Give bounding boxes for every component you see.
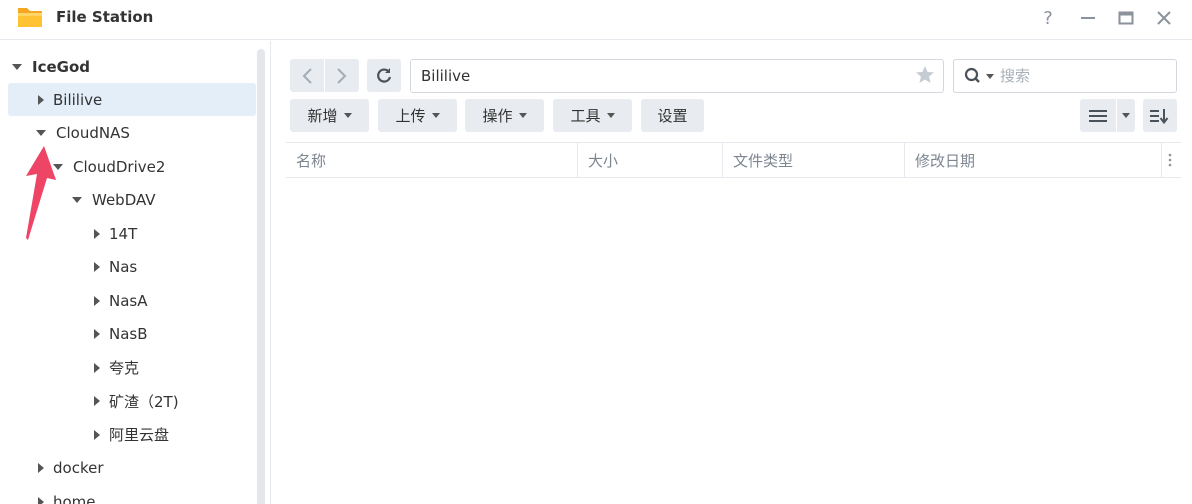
minimize-button[interactable] bbox=[1076, 6, 1100, 30]
action-label: 操作 bbox=[482, 107, 513, 125]
tree-item-label: CloudNAS bbox=[56, 124, 130, 142]
caret-down-icon bbox=[1122, 113, 1130, 118]
expand-right-icon[interactable] bbox=[94, 295, 100, 306]
caret-down-icon bbox=[431, 113, 440, 118]
back-icon bbox=[302, 67, 312, 84]
tree-item-label: NasA bbox=[109, 291, 148, 310]
expand-right-icon[interactable] bbox=[38, 94, 44, 105]
upload-button[interactable]: 上传 bbox=[378, 99, 457, 132]
sort-button[interactable] bbox=[1143, 99, 1177, 132]
annotation-arrow-icon bbox=[26, 146, 56, 240]
sidebar-scrollbar[interactable] bbox=[257, 49, 265, 504]
tree-item[interactable]: NasB bbox=[8, 318, 256, 351]
expand-right-icon[interactable] bbox=[94, 262, 100, 272]
tools-label: 工具 bbox=[570, 107, 601, 125]
view-mode-button[interactable] bbox=[1080, 99, 1116, 132]
tree-root-label: IceGod bbox=[32, 57, 91, 76]
view-mode-dropdown[interactable] bbox=[1117, 99, 1135, 132]
expand-down-icon[interactable] bbox=[72, 197, 82, 203]
search-options-caret-icon[interactable] bbox=[986, 73, 994, 79]
tree-item[interactable]: Bililive bbox=[8, 83, 256, 116]
settings-button[interactable]: 设置 bbox=[641, 99, 704, 132]
help-button[interactable]: ? bbox=[1036, 6, 1060, 30]
refresh-button[interactable] bbox=[367, 59, 401, 92]
tools-button[interactable]: 工具 bbox=[553, 99, 632, 132]
tree-item[interactable]: 矿渣（2T) bbox=[8, 385, 256, 418]
back-button[interactable] bbox=[290, 59, 324, 92]
expand-right-icon[interactable] bbox=[94, 329, 100, 339]
column-name[interactable]: 名称 bbox=[286, 143, 578, 177]
path-bar[interactable]: Bililive bbox=[410, 59, 944, 93]
tree-item-label: NasB bbox=[109, 325, 148, 343]
column-modified[interactable]: 修改日期 bbox=[905, 143, 1162, 177]
tree-item-label: home bbox=[53, 492, 96, 504]
tree-item[interactable]: docker bbox=[8, 452, 256, 485]
sort-icon bbox=[1150, 108, 1169, 124]
column-type[interactable]: 文件类型 bbox=[723, 143, 905, 177]
minimize-icon bbox=[1081, 17, 1095, 19]
title-bar: File Station ? bbox=[0, 0, 1192, 40]
tree-item-label: 14T bbox=[109, 224, 138, 243]
app-title: File Station bbox=[56, 8, 154, 26]
tree-item-label: WebDAV bbox=[92, 191, 156, 209]
forward-icon bbox=[337, 67, 347, 84]
tree-item-label: 阿里云盘 bbox=[109, 426, 170, 444]
tree-item-label: Nas bbox=[109, 258, 138, 276]
expand-right-icon[interactable] bbox=[38, 463, 44, 473]
tree-item[interactable]: 阿里云盘 bbox=[8, 418, 256, 451]
tree-root[interactable]: IceGod bbox=[12, 50, 260, 83]
maximize-button[interactable] bbox=[1114, 6, 1138, 30]
expand-right-icon[interactable] bbox=[94, 362, 100, 373]
tree-item-label: 矿渣（2T) bbox=[109, 392, 179, 411]
expand-down-icon[interactable] bbox=[36, 130, 46, 136]
close-icon bbox=[1157, 11, 1171, 25]
search-icon[interactable] bbox=[964, 67, 984, 85]
tree-item-label: Bililive bbox=[53, 90, 103, 109]
expand-right-icon[interactable] bbox=[38, 496, 44, 504]
column-size[interactable]: 大小 bbox=[578, 143, 723, 177]
create-button[interactable]: 新增 bbox=[290, 99, 369, 132]
more-vertical-icon bbox=[1168, 153, 1172, 167]
sidebar: IceGod Bililive CloudNAS CloudDrive2 WebDAV… bbox=[0, 41, 270, 504]
settings-label: 设置 bbox=[657, 107, 688, 125]
upload-label: 上传 bbox=[395, 107, 426, 125]
search-field[interactable] bbox=[953, 59, 1177, 93]
expand-down-icon[interactable] bbox=[12, 63, 22, 70]
caret-down-icon bbox=[518, 113, 527, 118]
folder-icon bbox=[18, 8, 42, 27]
column-options-button[interactable] bbox=[1162, 143, 1181, 177]
path-text: Bililive bbox=[421, 67, 471, 85]
close-button[interactable] bbox=[1152, 6, 1176, 30]
main-panel: Bililive 新增 上传 操作 工具 设置 名称 大小 文件类型 修改日期 bbox=[271, 41, 1192, 504]
search-input[interactable] bbox=[1000, 67, 1140, 85]
tree-item[interactable]: home bbox=[8, 485, 256, 504]
star-icon[interactable] bbox=[915, 65, 935, 85]
expand-right-icon[interactable] bbox=[94, 429, 100, 440]
tree-item[interactable]: NasA bbox=[8, 284, 256, 317]
tree-item[interactable]: 夸克 bbox=[8, 351, 256, 384]
tree-item-label: 夸克 bbox=[109, 359, 140, 377]
caret-down-icon bbox=[343, 113, 352, 118]
tree-item-label: CloudDrive2 bbox=[73, 157, 166, 176]
forward-button[interactable] bbox=[325, 59, 359, 92]
maximize-icon bbox=[1118, 11, 1134, 25]
expand-right-icon[interactable] bbox=[94, 396, 100, 406]
tree-item[interactable]: Nas bbox=[8, 251, 256, 284]
caret-down-icon bbox=[606, 113, 615, 118]
tree-item-label: docker bbox=[53, 459, 104, 477]
list-view-icon bbox=[1089, 109, 1107, 122]
action-button[interactable]: 操作 bbox=[465, 99, 544, 132]
file-list-header: 名称 大小 文件类型 修改日期 bbox=[286, 142, 1181, 178]
create-label: 新增 bbox=[307, 107, 338, 125]
refresh-icon bbox=[377, 67, 392, 83]
expand-right-icon[interactable] bbox=[94, 228, 100, 239]
